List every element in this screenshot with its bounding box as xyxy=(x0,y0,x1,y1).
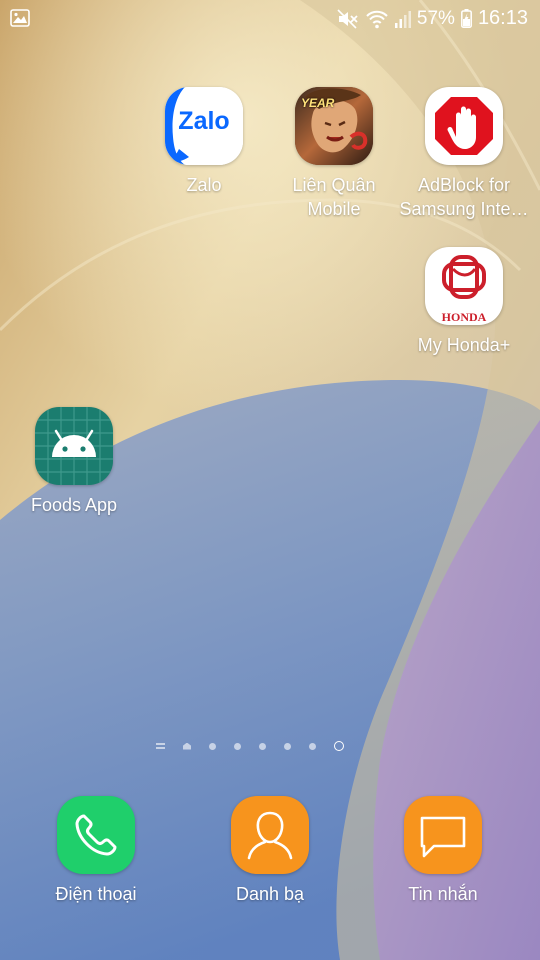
page-dot[interactable] xyxy=(309,742,316,750)
android-icon xyxy=(35,407,113,485)
dock-label: Danh bạ xyxy=(235,884,305,904)
messages-icon xyxy=(404,796,482,874)
home-page-indicator[interactable] xyxy=(183,742,191,750)
contacts-icon xyxy=(231,796,309,874)
page-dot[interactable] xyxy=(284,742,291,750)
dock-messages[interactable]: Tin nhắn xyxy=(373,796,513,905)
app-my-honda[interactable]: HONDA My Honda+ xyxy=(399,247,529,357)
page-dot[interactable] xyxy=(234,742,241,750)
app-label: Liên Quân Mobile xyxy=(292,175,376,219)
clock: 16:13 xyxy=(477,7,528,29)
phone-icon xyxy=(57,796,135,874)
signal-icon xyxy=(394,10,411,28)
my-honda-icon: HONDA xyxy=(425,247,503,325)
app-label: Zalo xyxy=(186,175,222,195)
app-adblock[interactable]: AdBlock for Samsung Inte… xyxy=(399,87,529,221)
adblock-icon xyxy=(425,87,503,165)
zalo-icon: Zalo xyxy=(165,87,243,165)
app-zalo[interactable]: Zalo Zalo xyxy=(139,87,269,197)
app-foods[interactable]: Foods App xyxy=(9,407,139,517)
page-dot[interactable] xyxy=(209,742,216,750)
anniversary-badge: YEAR xyxy=(301,96,335,110)
page-dot[interactable] xyxy=(259,742,266,750)
page-indicator[interactable] xyxy=(156,738,344,754)
dock-label: Điện thoại xyxy=(55,884,137,904)
app-lien-quan-mobile[interactable]: YEAR Liên Quân Mobile xyxy=(269,87,399,221)
current-page-dot[interactable] xyxy=(334,741,344,751)
lien-quan-icon: YEAR xyxy=(295,87,373,165)
app-label: Foods App xyxy=(30,495,118,515)
status-bar: 57% 16:13 xyxy=(0,0,540,36)
honda-wordmark: HONDA xyxy=(441,310,487,324)
gallery-notification-icon xyxy=(10,9,30,33)
dock-label: Tin nhắn xyxy=(408,884,478,904)
wifi-icon xyxy=(365,9,389,29)
app-label: My Honda+ xyxy=(417,335,511,355)
dock-phone[interactable]: Điện thoại xyxy=(26,796,166,905)
app-label: AdBlock for Samsung Inte… xyxy=(399,175,529,219)
briefing-page-indicator[interactable] xyxy=(156,743,165,749)
battery-percent: 57% xyxy=(416,7,455,29)
battery-charging-icon xyxy=(460,9,472,28)
zalo-wordmark: Zalo xyxy=(178,107,230,135)
mute-icon xyxy=(337,8,359,29)
dock-contacts[interactable]: Danh bạ xyxy=(200,796,340,905)
